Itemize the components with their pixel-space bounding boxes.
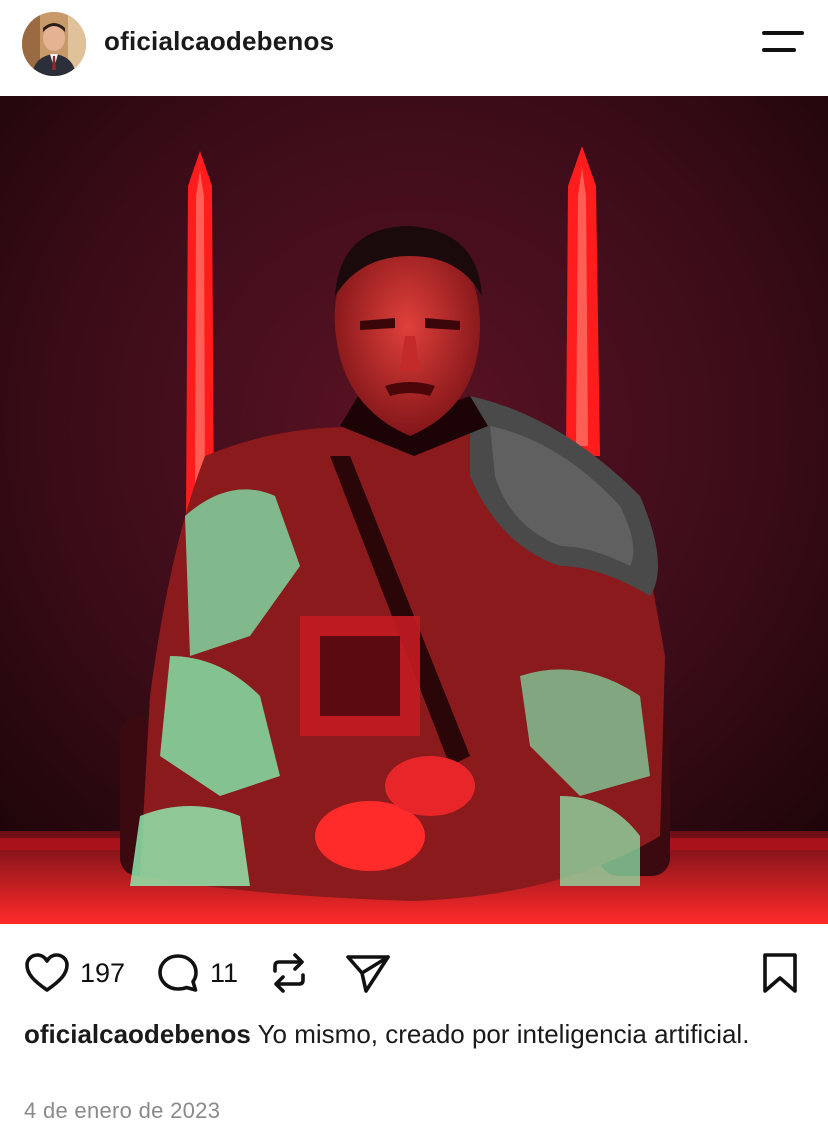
- comment-button[interactable]: 11: [156, 952, 238, 994]
- comment-icon[interactable]: [156, 952, 200, 994]
- like-button[interactable]: 197: [24, 952, 125, 994]
- post-caption: oficialcaodebenos Yo mismo, creado por i…: [24, 1018, 784, 1051]
- like-count[interactable]: 197: [80, 958, 125, 989]
- share-button[interactable]: [344, 952, 392, 994]
- menu-icon[interactable]: [758, 26, 808, 60]
- post-image[interactable]: [0, 96, 828, 924]
- repost-icon[interactable]: [268, 951, 310, 995]
- save-button[interactable]: [760, 952, 800, 994]
- heart-icon[interactable]: [24, 952, 70, 994]
- caption-username[interactable]: oficialcaodebenos: [24, 1019, 251, 1049]
- repost-button[interactable]: [268, 952, 310, 994]
- username[interactable]: oficialcaodebenos: [104, 26, 334, 57]
- caption-text: Yo mismo, creado por inteligencia artifi…: [250, 1019, 750, 1049]
- action-bar: 197 11: [0, 924, 828, 1020]
- send-icon[interactable]: [344, 951, 392, 995]
- avatar[interactable]: [22, 12, 86, 76]
- post-date: 4 de enero de 2023: [24, 1098, 221, 1123]
- comment-count[interactable]: 11: [210, 958, 238, 989]
- post-illustration: [0, 96, 828, 924]
- bookmark-icon[interactable]: [760, 951, 800, 995]
- avatar-image: [22, 12, 86, 76]
- post-header: oficialcaodebenos: [0, 0, 828, 96]
